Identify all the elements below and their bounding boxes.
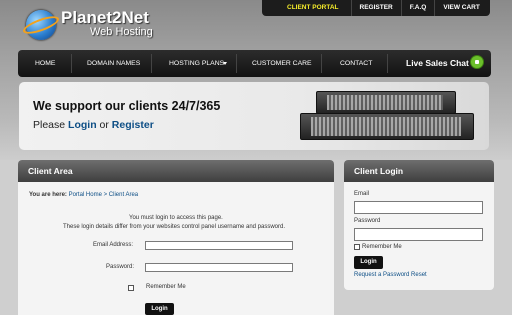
- nav-customer-care[interactable]: CUSTOMER CARE: [252, 50, 312, 77]
- email-address-input[interactable]: [145, 241, 293, 250]
- breadcrumb-home-link[interactable]: Portal Home: [69, 192, 102, 198]
- sidebar-email-input[interactable]: [354, 201, 483, 214]
- top-menu-faq[interactable]: F.A.Q: [400, 0, 435, 16]
- breadcrumb-separator: >: [103, 192, 108, 198]
- chat-bubble-icon[interactable]: [470, 55, 484, 69]
- brand-name: Planet2Net: [61, 8, 149, 27]
- server-image: [300, 113, 474, 140]
- banner-cta: Please Login or Register: [33, 119, 154, 131]
- sidebar-password-input[interactable]: [354, 228, 483, 241]
- client-area-panel: Client Area: [18, 160, 334, 315]
- banner-headline: We support our clients 24/7/365: [33, 99, 221, 113]
- top-menu-client-portal[interactable]: CLIENT PORTAL: [262, 0, 351, 16]
- nav-home[interactable]: HOME: [35, 50, 55, 77]
- sidebar-remember-me-checkbox[interactable]: [354, 244, 360, 250]
- top-menu-register[interactable]: REGISTER: [350, 0, 401, 16]
- chevron-down-icon[interactable]: [223, 50, 227, 77]
- banner-prefix: Please: [33, 119, 66, 131]
- top-menu: CLIENT PORTAL REGISTER F.A.Q VIEW CART: [262, 0, 490, 16]
- main-nav: HOME DOMAIN NAMES HOSTING PLANS CUSTOMER…: [18, 50, 491, 77]
- password-input[interactable]: [145, 263, 293, 272]
- login-notice: You must login to access this page.: [129, 215, 223, 221]
- nav-hosting-plans[interactable]: HOSTING PLANS: [169, 50, 224, 77]
- breadcrumb-current[interactable]: Client Area: [109, 192, 138, 198]
- nav-divider: [236, 54, 237, 73]
- sidebar-login-button[interactable]: Login: [354, 256, 383, 269]
- sidebar-password-label: Password: [354, 218, 381, 224]
- banner-or: or: [99, 119, 109, 131]
- nav-divider: [321, 54, 322, 73]
- sidebar-email-label: Email: [354, 191, 370, 197]
- breadcrumb-label: You are here:: [29, 192, 67, 198]
- remember-me-checkbox[interactable]: [128, 285, 134, 291]
- client-login-panel: Client Login: [344, 160, 494, 290]
- nav-contact[interactable]: CONTACT: [340, 50, 372, 77]
- login-details-notice: These login details differ from your web…: [63, 224, 286, 230]
- server-image: [316, 91, 456, 114]
- live-sales-chat-link[interactable]: Live Sales Chat: [406, 50, 469, 77]
- logo[interactable]: Planet2Net Web Hosting: [21, 8, 156, 42]
- client-area-title: Client Area: [18, 160, 334, 182]
- sidebar-remember-me-label: Remember Me: [362, 244, 402, 250]
- password-reset-link-wrap: Request a Password Reset: [354, 272, 427, 278]
- email-address-label: Email Address:: [93, 242, 134, 248]
- nav-divider: [387, 54, 388, 73]
- nav-domain-names[interactable]: DOMAIN NAMES: [87, 50, 140, 77]
- nav-divider: [71, 54, 72, 73]
- client-login-title: Client Login: [344, 160, 494, 182]
- banner-login-link[interactable]: Login: [68, 119, 97, 131]
- banner-register-link[interactable]: Register: [112, 119, 154, 131]
- brand-tagline: Web Hosting: [90, 26, 153, 38]
- top-menu-view-cart[interactable]: VIEW CART: [434, 0, 487, 16]
- remember-me-label: Remember Me: [146, 284, 186, 290]
- password-label: Password:: [106, 264, 135, 270]
- breadcrumb: You are here: Portal Home > Client Area: [29, 192, 138, 198]
- login-button[interactable]: Login: [145, 303, 174, 315]
- nav-divider: [151, 54, 152, 73]
- request-password-reset-link[interactable]: Request a Password Reset: [354, 272, 427, 278]
